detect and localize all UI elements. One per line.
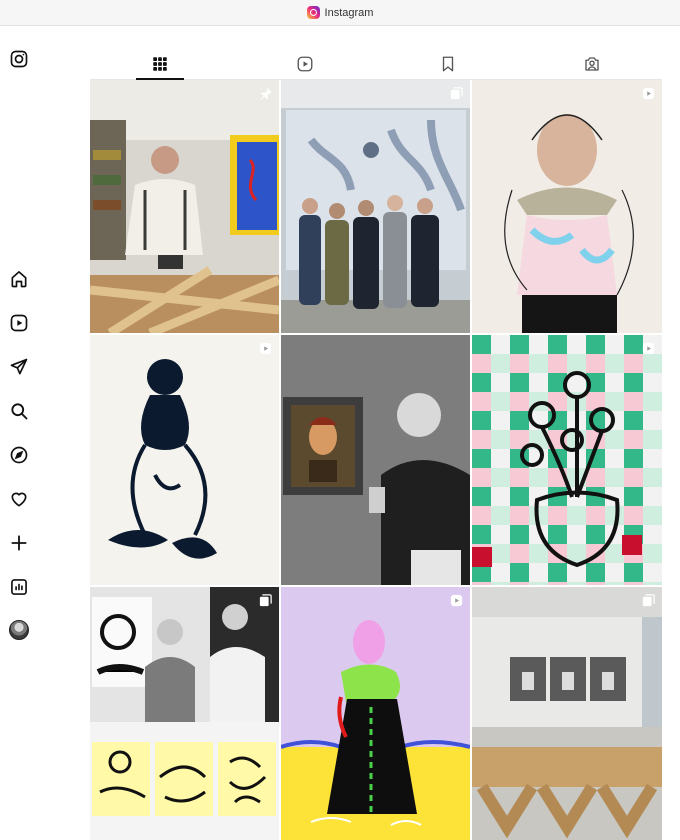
post-ink-figure-image [90,335,279,585]
post-exhibition-collage-image [90,587,279,840]
side-navigation [0,26,40,840]
post-artist-workshop[interactable] [90,80,279,333]
post-lilac-figure-painting-image [281,587,470,840]
post-portrait-painting[interactable] [472,80,662,333]
post-gallery-installation-image [472,587,662,840]
post-group-photo-gallery[interactable] [281,80,470,333]
notifications-icon[interactable] [8,488,30,510]
reel-icon [449,593,464,608]
create-icon[interactable] [8,532,30,554]
tab-reels[interactable] [281,50,329,78]
instagram-logo-icon[interactable] [8,48,30,70]
post-museum-visit[interactable] [281,335,470,585]
pinned-icon [258,86,273,101]
reel-icon [641,341,656,356]
post-exhibition-collage[interactable] [90,587,279,840]
browser-title-bar: Instagram [0,0,680,26]
carousel-icon [641,593,656,608]
post-museum-visit-image [281,335,470,585]
carousel-icon [258,593,273,608]
post-ink-figure[interactable] [90,335,279,585]
messages-icon[interactable] [8,356,30,378]
reels-icon[interactable] [8,312,30,334]
home-icon[interactable] [8,268,30,290]
post-artist-workshop-image [90,80,279,333]
saved-tab-icon [442,56,454,72]
reel-icon [258,341,273,356]
tab-saved[interactable] [424,50,472,78]
tab-posts[interactable] [136,50,184,80]
posts-grid [90,80,662,840]
reel-icon [641,86,656,101]
post-checkered-flower-painting-image [472,335,662,585]
reels-tab-icon [297,56,313,72]
post-group-photo-gallery-image [281,80,470,333]
posts-grid-icon [153,57,167,71]
post-checkered-flower-painting[interactable] [472,335,662,585]
insights-icon[interactable] [8,576,30,598]
profile-tabs [90,44,662,80]
explore-icon[interactable] [8,444,30,466]
search-icon[interactable] [8,400,30,422]
instagram-favicon-icon [306,6,320,19]
avatar [9,620,29,640]
post-gallery-installation[interactable] [472,587,662,840]
carousel-icon [449,86,464,101]
profile-avatar[interactable] [8,619,30,641]
tab-tagged[interactable] [568,50,616,78]
browser-title: Instagram [324,6,374,19]
post-lilac-figure-painting[interactable] [281,587,470,840]
tagged-tab-icon [585,57,599,71]
post-portrait-painting-image [472,80,662,333]
